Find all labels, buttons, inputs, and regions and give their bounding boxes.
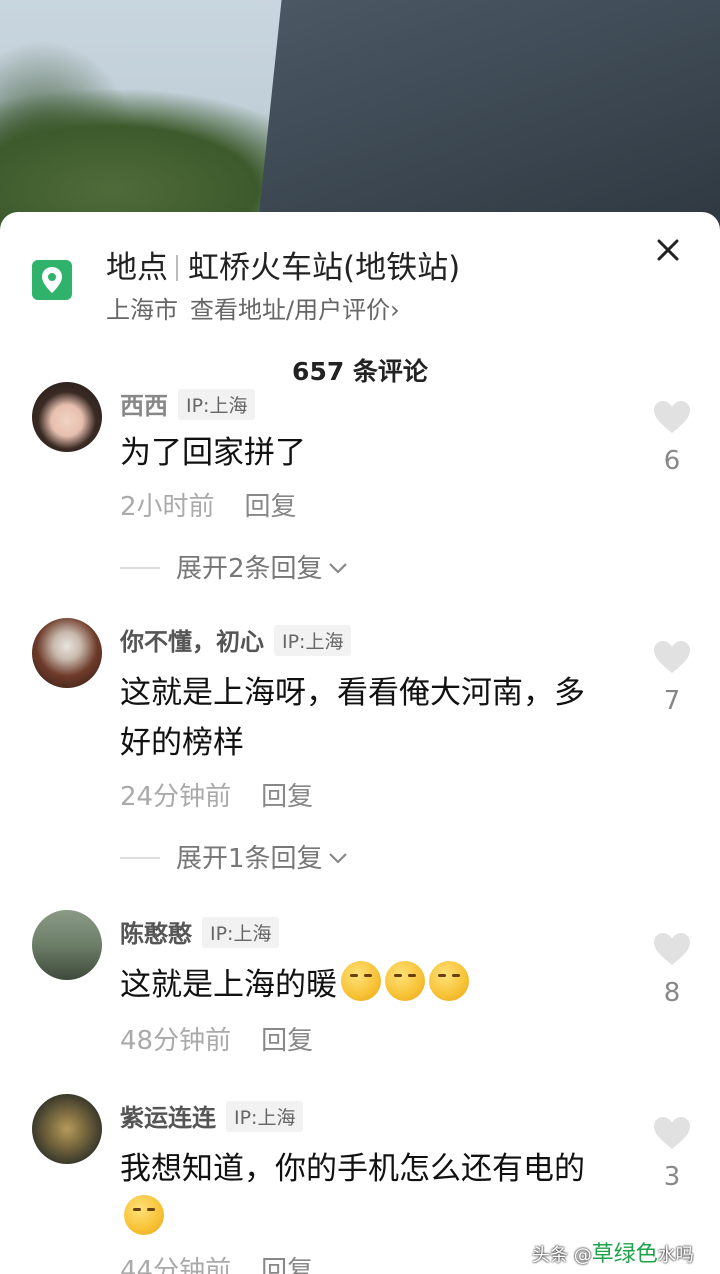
comment-time: 48分钟前: [120, 1026, 232, 1056]
like-count: 3: [663, 1162, 681, 1192]
emoji-icon: [124, 1195, 164, 1235]
comment-username[interactable]: 紫运连连 IP:上海: [120, 1098, 304, 1133]
comment-text-content: 我想知道，你的手机怎么还有电的: [120, 1151, 585, 1187]
comment-time: 2小时前: [120, 492, 215, 522]
username-text: 你不懂，初心: [120, 628, 264, 656]
reply-button[interactable]: 回复: [261, 782, 313, 812]
expand-label: 展开1条回复: [176, 844, 323, 874]
location-pin-icon[interactable]: [32, 260, 72, 300]
comment-meta: 44分钟前 回复: [120, 1250, 313, 1274]
comment-time: 44分钟前: [120, 1256, 232, 1274]
comment-text: 为了回家拼了: [120, 435, 306, 471]
background-roof: [256, 0, 720, 240]
reply-button[interactable]: 回复: [261, 1026, 313, 1056]
avatar[interactable]: [32, 1094, 102, 1164]
like-button[interactable]: 7: [652, 640, 692, 716]
comment-text: 我想知道，你的手机怎么还有电的: [120, 1144, 600, 1244]
comment-time: 24分钟前: [120, 782, 232, 812]
watermark: 头条 @草绿色水吗: [532, 1236, 694, 1268]
like-button[interactable]: 6: [652, 400, 692, 476]
comment-text-content: 这就是上海的暖: [120, 967, 337, 1003]
username-text: 紫运连连: [120, 1104, 216, 1132]
heart-icon: [654, 1117, 690, 1149]
watermark-tail: 水吗: [657, 1245, 694, 1266]
comments-count: 657 条评论: [292, 357, 428, 386]
expand-replies-button[interactable]: 展开2条回复: [120, 548, 349, 585]
comment-meta: 48分钟前 回复: [120, 1020, 313, 1057]
chevron-right-icon: ›: [390, 296, 400, 324]
like-button[interactable]: 3: [652, 1116, 692, 1192]
username-text: 西西: [120, 392, 168, 420]
location-title[interactable]: 地点 虹桥火车站(地铁站): [106, 242, 460, 287]
avatar[interactable]: [32, 618, 102, 688]
title-divider: [176, 255, 178, 281]
emoji-icon: [429, 961, 469, 1001]
avatar[interactable]: [32, 910, 102, 980]
comment-username[interactable]: 西西 IP:上海: [120, 386, 256, 421]
avatar[interactable]: [32, 382, 102, 452]
heart-icon: [654, 641, 690, 673]
emoji-icon: [385, 961, 425, 1001]
heart-icon: [654, 401, 690, 433]
expand-divider: [120, 857, 160, 859]
expand-divider: [120, 567, 160, 569]
view-address-link[interactable]: 查看地址/用户评价: [190, 296, 390, 324]
watermark-text: 头条 @: [532, 1245, 592, 1266]
location-name: 虹桥火车站(地铁站): [188, 250, 461, 286]
expand-replies-button[interactable]: 展开1条回复: [120, 838, 349, 875]
comment-text: 这就是上海的暖: [120, 960, 600, 1010]
emoji-icon: [341, 961, 381, 1001]
watermark-overlay: 草绿色: [591, 1242, 658, 1267]
username-text: 陈憨憨: [120, 920, 192, 948]
location-city: 上海市: [106, 296, 178, 324]
comment-username[interactable]: 你不懂，初心 IP:上海: [120, 622, 352, 657]
comment-meta: 24分钟前 回复: [120, 776, 313, 813]
reply-button[interactable]: 回复: [245, 492, 297, 522]
heart-icon: [654, 933, 690, 965]
comment-username[interactable]: 陈憨憨 IP:上海: [120, 914, 280, 949]
comment-text: 这就是上海呀，看看俺大河南，多好的榜样: [120, 675, 585, 761]
like-count: 8: [663, 978, 681, 1008]
ip-badge: IP:上海: [226, 1101, 304, 1132]
close-icon[interactable]: [652, 234, 684, 266]
like-button[interactable]: 8: [652, 932, 692, 1008]
comment-meta: 2小时前 回复: [120, 486, 297, 523]
reply-button[interactable]: 回复: [261, 1256, 313, 1274]
chevron-down-icon: [328, 853, 347, 864]
location-label: 地点: [106, 250, 168, 286]
expand-label: 展开2条回复: [176, 554, 323, 584]
location-subtitle[interactable]: 上海市 查看地址/用户评价›: [106, 290, 400, 325]
ip-badge: IP:上海: [178, 389, 256, 420]
ip-badge: IP:上海: [274, 625, 352, 656]
comments-sheet: 地点 虹桥火车站(地铁站) 上海市 查看地址/用户评价› 657 条评论 西西 IP:…: [0, 212, 720, 1274]
chevron-down-icon: [328, 563, 347, 574]
like-count: 7: [663, 686, 681, 716]
ip-badge: IP:上海: [202, 917, 280, 948]
like-count: 6: [663, 446, 681, 476]
